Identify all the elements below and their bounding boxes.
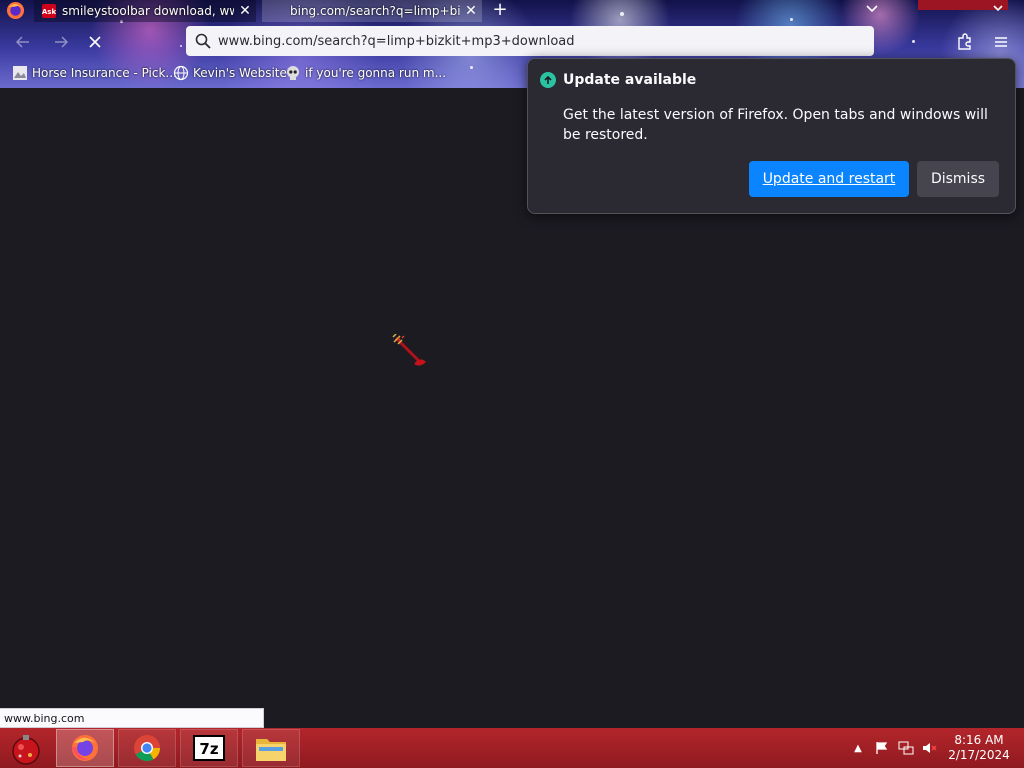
bookmark-label: Kevin's Website bbox=[193, 66, 287, 80]
7zip-icon: 7z bbox=[193, 735, 225, 761]
bookmark-label: Horse Insurance - Pick... bbox=[32, 66, 177, 80]
tab-smileystoolbar[interactable]: Ask smileystoolbar download, ww... ✕ bbox=[34, 0, 256, 22]
taskbar-chrome-button[interactable] bbox=[118, 729, 176, 767]
firefox-icon bbox=[72, 735, 98, 761]
stop-button[interactable] bbox=[82, 30, 108, 54]
chrome-icon bbox=[134, 735, 161, 762]
system-tray: ▲ bbox=[850, 738, 946, 758]
new-tab-button[interactable]: + bbox=[488, 0, 512, 22]
update-available-panel: Update available Get the latest version … bbox=[527, 58, 1016, 214]
clock-date: 2/17/2024 bbox=[948, 748, 1010, 762]
start-button-icon[interactable] bbox=[8, 732, 44, 766]
update-arrow-icon bbox=[540, 72, 556, 88]
hamburger-menu-icon bbox=[995, 37, 1007, 47]
skull-icon bbox=[287, 66, 299, 80]
taskbar-7zip-button[interactable]: 7z bbox=[180, 729, 238, 767]
folder-icon bbox=[256, 739, 286, 761]
tab-title: bing.com/search?q=limp+bizki bbox=[290, 4, 460, 18]
screen: Ask smileystoolbar download, ww... ✕ bin… bbox=[0, 0, 1024, 768]
tab-title: smileystoolbar download, ww... bbox=[62, 4, 234, 18]
panel-title: Update available bbox=[563, 72, 697, 88]
bookmark-horse-insurance[interactable]: Horse Insurance - Pick... bbox=[12, 62, 177, 84]
devil-pitchfork-cursor-icon bbox=[392, 334, 426, 366]
7zip-label: 7z bbox=[199, 740, 218, 758]
forward-button[interactable] bbox=[48, 30, 74, 54]
tab-close-icon[interactable]: ✕ bbox=[460, 3, 482, 19]
navigation-bar: www.bing.com/search?q=limp+bizkit+mp3+do… bbox=[0, 24, 1024, 60]
update-and-restart-button[interactable]: Update and restart bbox=[749, 161, 909, 197]
extensions-button[interactable] bbox=[952, 30, 978, 54]
tab-bing-search[interactable]: bing.com/search?q=limp+bizki ✕ bbox=[262, 0, 482, 22]
bookmark-label: if you're gonna run m... bbox=[305, 66, 447, 80]
app-menu-button[interactable] bbox=[988, 30, 1014, 54]
stop-x-icon bbox=[89, 36, 101, 48]
taskbar-firefox-button[interactable] bbox=[56, 729, 114, 767]
status-link-preview: www.bing.com bbox=[0, 708, 264, 728]
address-bar-url: www.bing.com/search?q=limp+bizkit+mp3+do… bbox=[218, 33, 575, 49]
list-all-tabs-chevron-icon[interactable] bbox=[860, 0, 884, 18]
tab-spacer bbox=[270, 4, 284, 18]
bookmark-kevins-website[interactable]: Kevin's Website bbox=[173, 62, 287, 84]
tab-bar: Ask smileystoolbar download, ww... ✕ bin… bbox=[0, 0, 1024, 22]
taskbar-clock[interactable]: 8:16 AM 2/17/2024 bbox=[946, 733, 1012, 763]
taskbar: 7z ▲ 8:16 AM 2/17/2024 bbox=[0, 728, 1024, 768]
window-minimize-chevron-icon[interactable] bbox=[986, 0, 1010, 18]
show-hidden-icons-icon[interactable]: ▲ bbox=[850, 740, 866, 756]
globe-icon bbox=[173, 65, 189, 81]
puzzle-icon bbox=[958, 33, 971, 50]
action-center-flag-icon[interactable] bbox=[874, 740, 890, 756]
dismiss-button[interactable]: Dismiss bbox=[917, 161, 999, 197]
taskbar-file-explorer-button[interactable] bbox=[242, 729, 300, 767]
search-icon bbox=[188, 26, 218, 56]
back-button[interactable] bbox=[10, 30, 36, 54]
tab-close-icon[interactable]: ✕ bbox=[234, 3, 256, 19]
panel-message: Get the latest version of Firefox. Open … bbox=[563, 107, 988, 143]
page-icon bbox=[13, 66, 27, 80]
bookmark-if-youre-gonna[interactable]: if you're gonna run m... bbox=[285, 62, 446, 84]
ask-icon: Ask bbox=[42, 4, 56, 18]
svg-text:Ask: Ask bbox=[42, 8, 56, 16]
forward-arrow-icon bbox=[55, 36, 69, 48]
volume-muted-icon[interactable] bbox=[922, 740, 938, 756]
clock-time: 8:16 AM bbox=[954, 733, 1004, 747]
back-arrow-icon bbox=[15, 36, 29, 48]
network-icon[interactable] bbox=[898, 740, 914, 756]
address-bar[interactable]: www.bing.com/search?q=limp+bizkit+mp3+do… bbox=[186, 26, 874, 56]
firefox-menu-icon[interactable] bbox=[6, 1, 25, 20]
